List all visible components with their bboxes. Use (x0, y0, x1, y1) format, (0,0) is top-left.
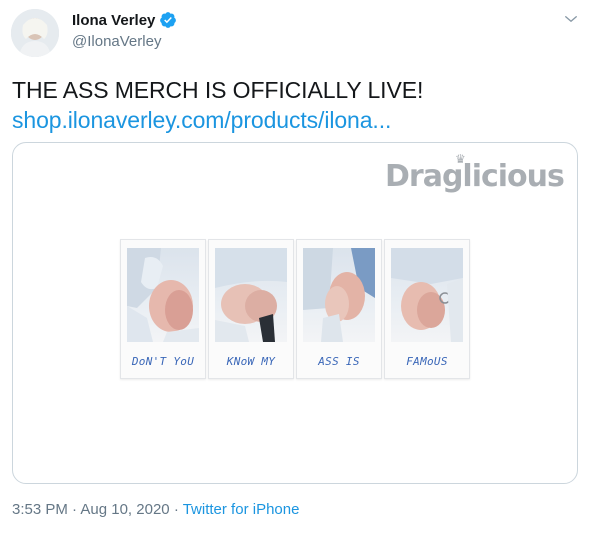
verified-badge-icon (159, 11, 177, 29)
polaroid-photo: ASS IS (296, 239, 382, 379)
polaroid-caption: DoN'T YoU (131, 355, 195, 368)
separator: · (173, 501, 179, 518)
tweet-metadata: 3:53 PM · Aug 10, 2020 · Twitter for iPh… (12, 501, 299, 518)
avatar-photo (11, 9, 59, 57)
display-name[interactable]: Ilona Verley (72, 12, 155, 29)
chevron-down-icon[interactable] (562, 10, 580, 28)
polaroid-photo: KNoW MY (208, 239, 294, 379)
tweet-source-link[interactable]: Twitter for iPhone (183, 501, 300, 518)
avatar[interactable] (11, 9, 59, 57)
polaroid-photo: FAMoUS (384, 239, 470, 379)
tweet-text: THE ASS MERCH IS OFFICIALLY LIVE! (12, 77, 424, 103)
tweet-date[interactable]: Aug 10, 2020 (80, 501, 169, 518)
polaroid-caption: KNoW MY (226, 355, 276, 368)
separator: · (72, 501, 78, 518)
tweet-card: Ilona Verley @IlonaVerley THE ASS MERCH … (0, 0, 594, 533)
user-handle[interactable]: @IlonaVerley (72, 33, 161, 50)
crown-icon: ♛ (455, 152, 466, 166)
watermark-logo: Draglicious (385, 159, 565, 194)
polaroid-caption: ASS IS (318, 355, 360, 368)
polaroid-caption: FAMoUS (406, 355, 448, 368)
tweet-time[interactable]: 3:53 PM (12, 501, 68, 518)
polaroid-photo: DoN'T YoU (120, 239, 206, 379)
tweet-link[interactable]: shop.ilonaverley.com/products/ilona... (12, 105, 391, 135)
media-image[interactable]: Draglicious ♛ DoN'T YoU KNoW MY ASS IS F… (12, 142, 578, 484)
